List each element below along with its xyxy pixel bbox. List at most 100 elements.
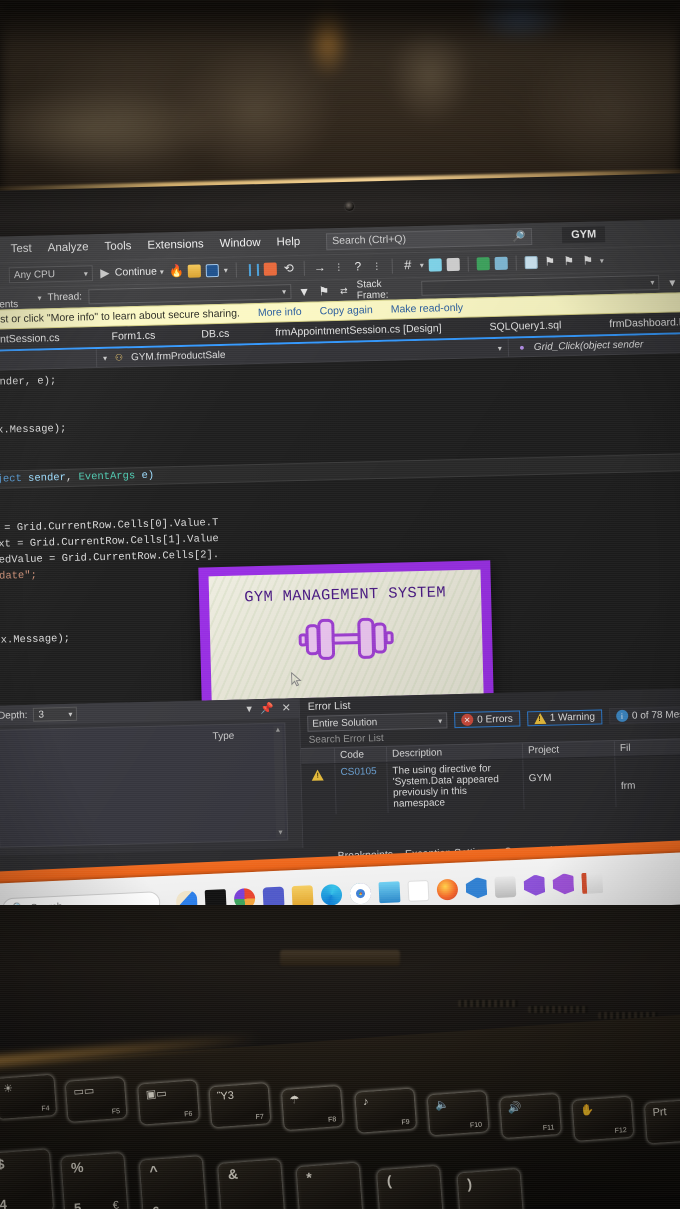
shuffle-icon[interactable]: ⇄ (337, 283, 351, 297)
next-bookmark-icon[interactable]: ⚑ (562, 254, 576, 268)
overflow-icon[interactable]: ▾ (600, 256, 604, 265)
restart-icon[interactable]: ⟲ (282, 261, 296, 275)
key-f8[interactable]: ☂ F8 (281, 1085, 343, 1131)
key-f11[interactable]: 🔊 F11 (500, 1093, 561, 1139)
chevron-down-icon[interactable]: ▾ (37, 293, 41, 302)
menu-item-tools[interactable]: Tools (104, 240, 131, 253)
dropdown-icon[interactable]: ▾ (246, 702, 252, 715)
key-f6[interactable]: ▣▭ F6 (138, 1080, 199, 1125)
depth-combo[interactable]: 3 ▾ (33, 706, 78, 722)
prev-bookmark-icon[interactable]: ⚑ (543, 254, 557, 268)
key-0[interactable]: )0 (457, 1168, 524, 1209)
vs-search-input[interactable]: Search (Ctrl+Q) 🔍 (326, 227, 533, 250)
login-form-window[interactable]: GYM MANAGEMENT SYSTEM (198, 560, 498, 706)
bookmark-icon[interactable] (524, 255, 538, 269)
tab-form1[interactable]: Form1.cs (100, 325, 166, 347)
code-token: (ex.Message); (0, 632, 71, 647)
tab-frmappointmentsession-design[interactable]: frmAppointmentSession.cs [Design] (264, 318, 453, 343)
visual-studio-2-icon[interactable] (552, 873, 574, 895)
menu-item-window[interactable]: Window (220, 237, 261, 250)
import-icon[interactable] (494, 256, 508, 270)
key-f5[interactable]: ▭▭ F5 (65, 1077, 127, 1122)
column-header-severity[interactable] (300, 748, 336, 765)
firefox-icon[interactable] (436, 878, 459, 901)
search-icon: 🔍 (512, 230, 527, 244)
amazon-icon[interactable] (407, 879, 430, 902)
key-f7[interactable]: Ὓ3 F7 (209, 1083, 271, 1128)
overflow-icon[interactable]: ▾ (665, 275, 679, 289)
flag-icon[interactable]: ⚑ (317, 284, 331, 298)
column-header-file[interactable]: Fil (614, 738, 680, 757)
continue-label: Continue (114, 265, 158, 279)
powerpoint-icon[interactable] (581, 871, 604, 894)
close-icon[interactable]: ✕ (281, 701, 291, 714)
project-chip[interactable]: GYM (561, 226, 606, 244)
key-f10[interactable]: 🔈 F10 (427, 1091, 489, 1136)
messages-filter-button[interactable]: i 0 of 78 Mes (608, 706, 680, 725)
step-out-icon[interactable]: ? (351, 259, 365, 273)
export-icon[interactable] (476, 256, 490, 270)
call-stack-grid[interactable]: Type ▲ ▼ (0, 722, 289, 848)
hot-reload-icon[interactable]: 🔥 (169, 264, 184, 278)
hash-icon[interactable]: # (401, 257, 415, 272)
step-out2-icon[interactable]: ⋮ (370, 259, 384, 273)
chrome-icon[interactable] (349, 882, 372, 905)
step-over-icon[interactable]: → (313, 260, 327, 274)
table-row[interactable]: CS0105 The using directive for 'System.D… (301, 754, 680, 816)
screenshot-icon[interactable] (205, 263, 220, 277)
more-info-link[interactable]: More info (258, 306, 302, 319)
key-6[interactable]: ^6 (139, 1156, 207, 1209)
scroll-up-icon[interactable]: ▲ (273, 726, 282, 735)
tab-sqlquery1[interactable]: SQLQuery1.sql (478, 315, 572, 337)
errors-filter-button[interactable]: ✕ 0 Errors (454, 710, 520, 729)
pause-icon[interactable]: ❙❙ (245, 262, 261, 276)
menu-item-test[interactable]: Test (10, 243, 31, 256)
code-editor[interactable]: nder, e); ex.Message); object sender, Ev… (0, 353, 680, 706)
key-5[interactable]: % 5 € (61, 1152, 128, 1209)
step-into-icon[interactable]: ⋮ (332, 260, 346, 274)
key-7[interactable]: &7 (218, 1159, 285, 1209)
key-8[interactable]: *8 (296, 1162, 363, 1209)
overflow-icon[interactable]: ▾ (420, 260, 424, 269)
clear-bookmark-icon[interactable]: ⚑ (581, 253, 595, 268)
copy-again-link[interactable]: Copy again (320, 304, 373, 317)
scroll-down-icon[interactable]: ▼ (276, 828, 285, 837)
key-prtsc[interactable]: Prt (644, 1099, 680, 1144)
edge-icon[interactable] (320, 883, 343, 906)
open-folder-icon[interactable] (187, 263, 202, 278)
stop-icon[interactable] (263, 262, 278, 276)
menu-item-extensions[interactable]: Extensions (147, 238, 204, 251)
error-file: frm (615, 754, 680, 808)
vertical-scrollbar[interactable]: ▲ ▼ (273, 725, 286, 838)
key-f4[interactable]: ☀ F4 (0, 1074, 57, 1119)
mail-icon[interactable] (378, 880, 401, 903)
column-header-code[interactable]: Code (334, 746, 388, 764)
make-read-only-link[interactable]: Make read-only (391, 302, 464, 316)
tab-frmdashboard-designer[interactable]: frmDashboard.Designer.cs (598, 311, 680, 335)
warnings-filter-button[interactable]: 1 Warning (526, 708, 603, 726)
sql-server-icon[interactable] (494, 875, 517, 898)
tab-mentsession[interactable]: mentSession.cs (0, 328, 71, 350)
compare-icon[interactable] (446, 257, 460, 271)
overflow-icon[interactable]: ▾ (224, 265, 228, 274)
file-explorer-icon[interactable] (291, 884, 314, 907)
tab-db[interactable]: DB.cs (190, 323, 241, 344)
menu-item-analyze[interactable]: Analyze (48, 241, 89, 254)
key-f12[interactable]: ✋ F12 (572, 1096, 634, 1141)
error-code[interactable]: CS0105 (335, 762, 389, 815)
column-header-project[interactable]: Project (522, 741, 616, 759)
thread-combo[interactable]: ▾ (87, 284, 292, 305)
key-9[interactable]: (9 (377, 1165, 444, 1209)
continue-button[interactable]: ▶ Continue ▾ (98, 264, 164, 280)
platform-combo[interactable]: Any CPU ▾ (8, 265, 94, 284)
menu-item-help[interactable]: Help (276, 236, 300, 249)
filter-icon[interactable]: ▼ (297, 284, 311, 298)
window-layout-icon[interactable] (428, 257, 442, 272)
visual-studio-icon[interactable] (523, 874, 545, 896)
key-f9[interactable]: ♪ F9 (355, 1088, 417, 1133)
vscode-icon[interactable] (465, 877, 487, 899)
key-4[interactable]: $4 (0, 1149, 54, 1209)
info-icon: i (615, 709, 629, 723)
pin-icon[interactable]: 📌 (260, 702, 274, 715)
stackframe-combo[interactable]: ▾ (421, 274, 660, 296)
